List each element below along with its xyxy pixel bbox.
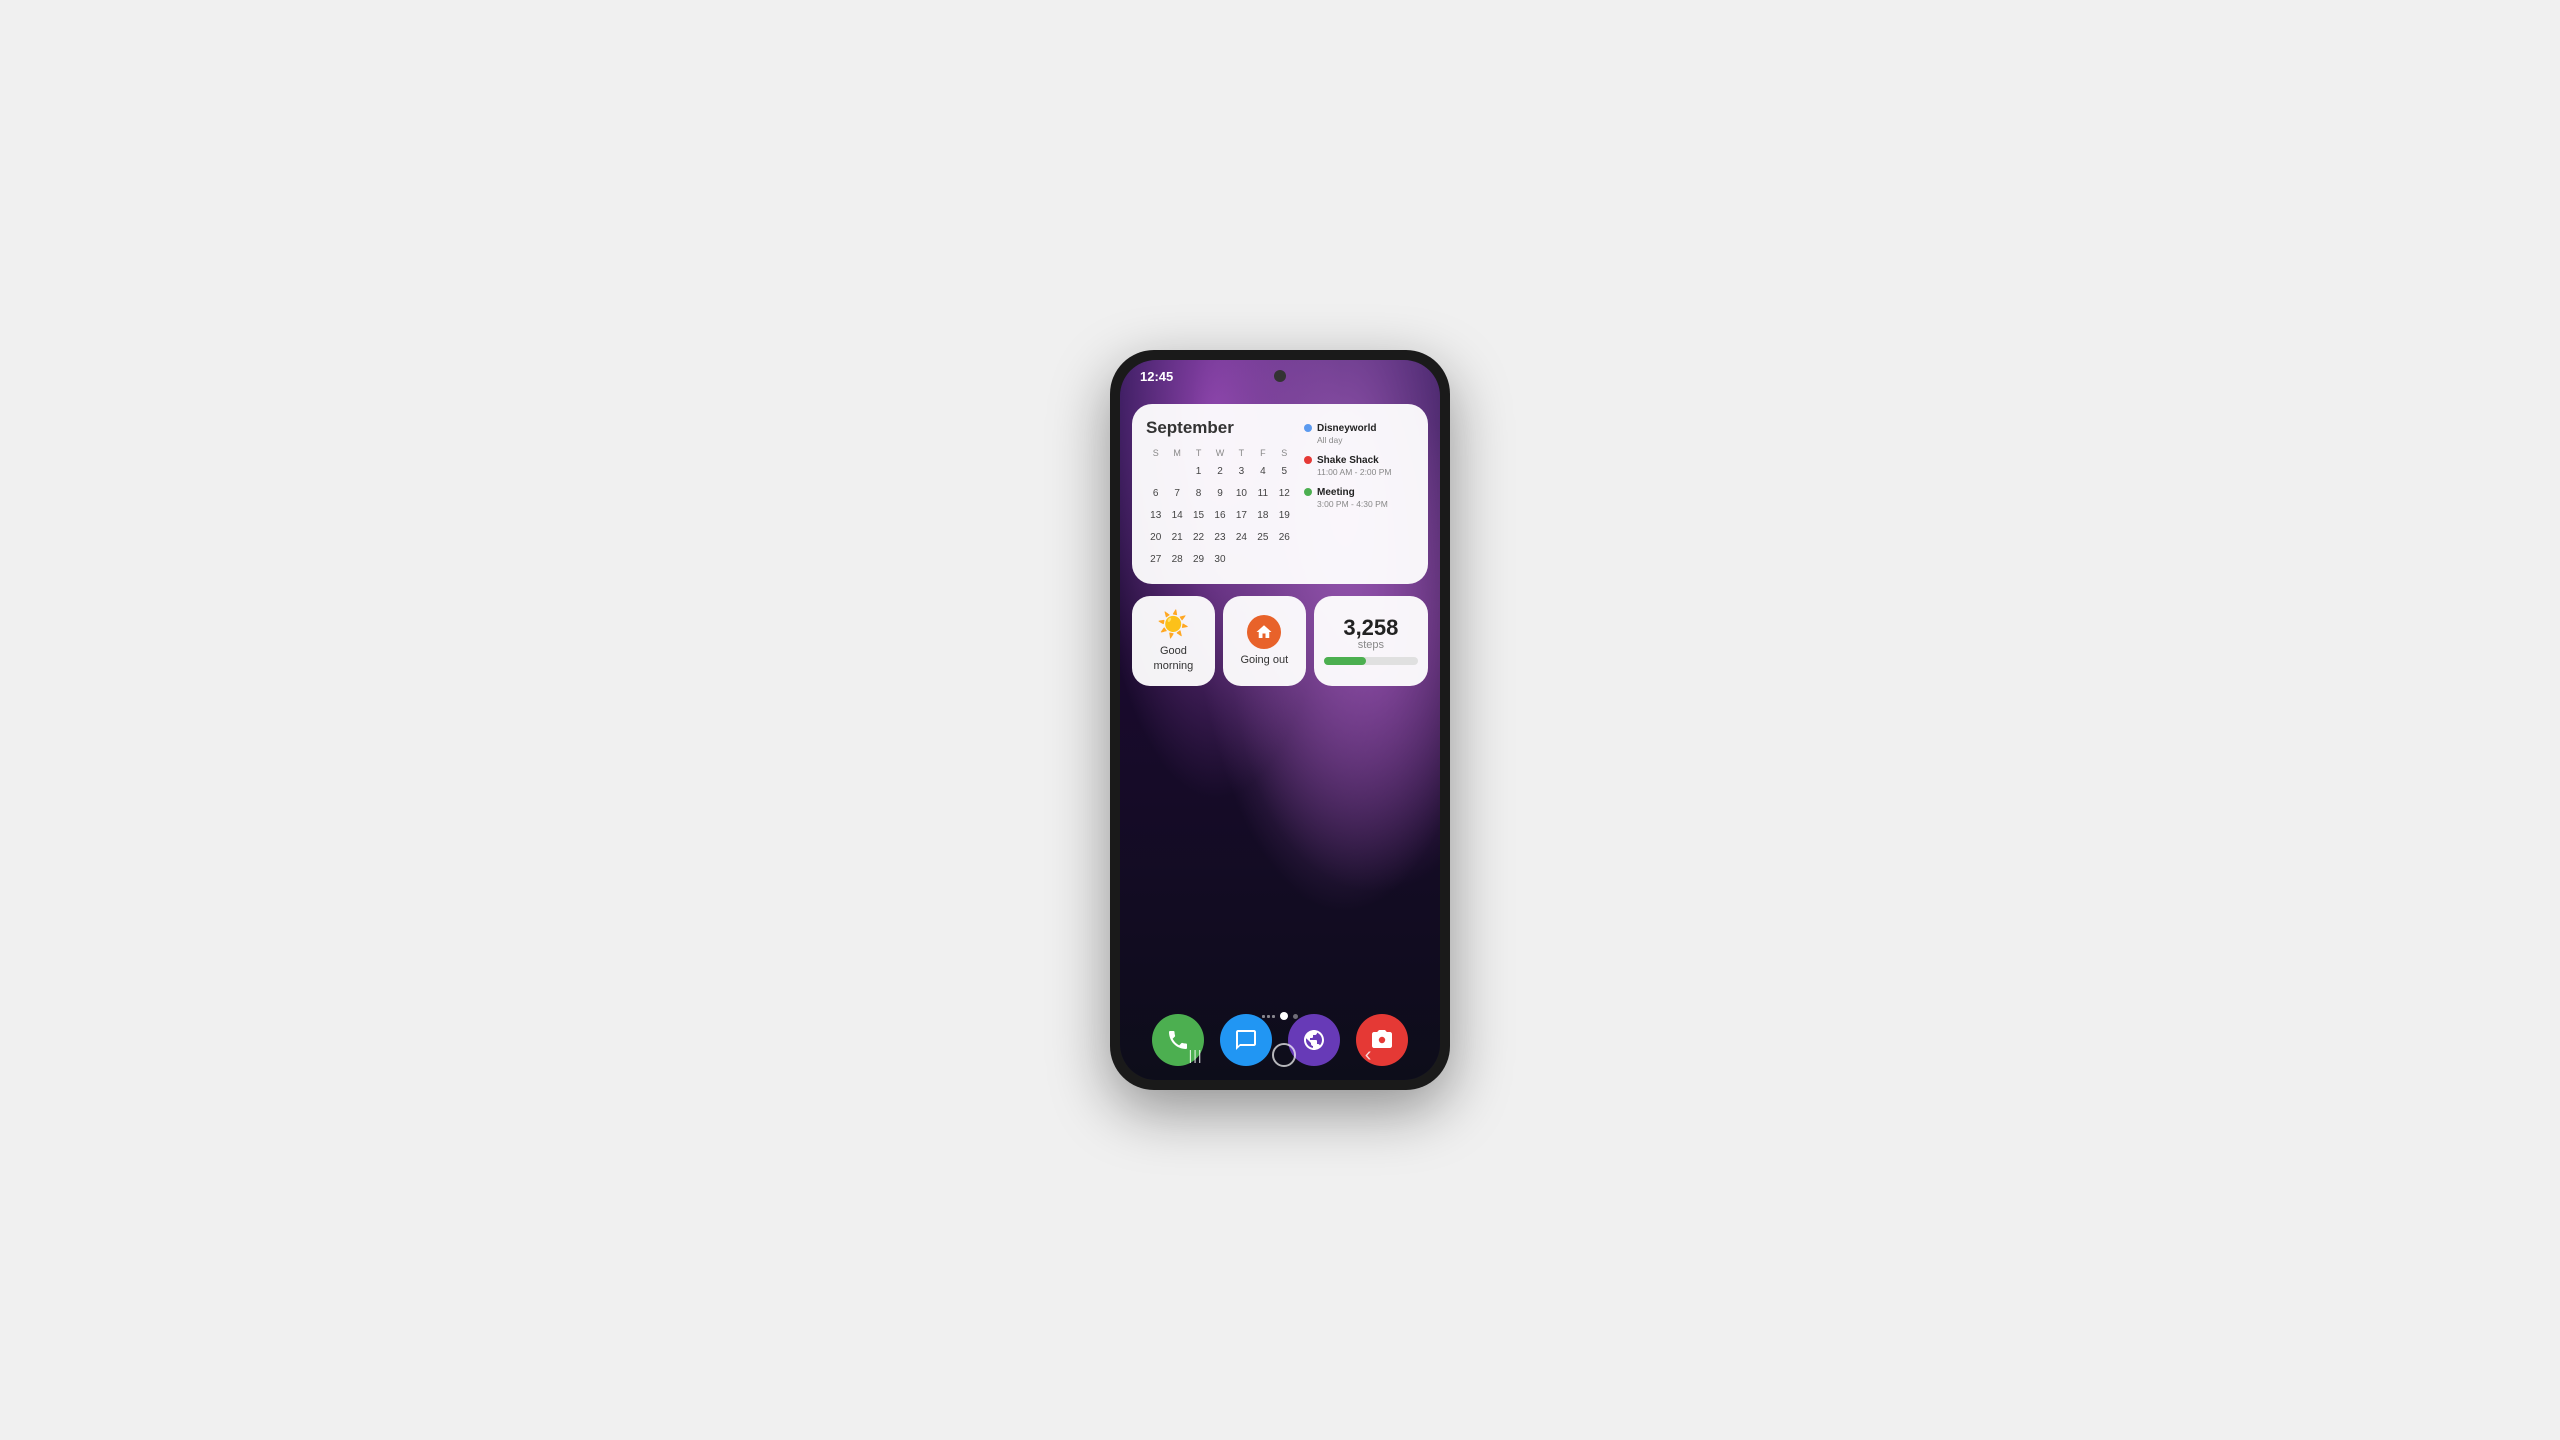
- calendar-grid: S M T W T F S 1 2 3 4 5: [1146, 446, 1294, 570]
- cal-header-t1: T: [1189, 446, 1208, 460]
- cal-header-t2: T: [1232, 446, 1251, 460]
- cal-day-28: 28: [1167, 550, 1186, 570]
- event-time-disneyworld: All day: [1317, 435, 1414, 446]
- event-meeting: Meeting 3:00 PM - 4:30 PM: [1304, 486, 1414, 510]
- home-label: Going out: [1240, 653, 1288, 667]
- cal-day-4: 4: [1253, 462, 1272, 482]
- home-button[interactable]: [1272, 1043, 1296, 1067]
- cal-day-12: 12: [1275, 484, 1294, 504]
- cal-day-empty5: [1275, 550, 1294, 570]
- cal-day-29: 29: [1189, 550, 1208, 570]
- cal-day-22: 22: [1189, 528, 1208, 548]
- cal-header-m: M: [1167, 446, 1186, 460]
- cal-day-13: 13: [1146, 506, 1165, 526]
- cal-day-11: 11: [1253, 484, 1272, 504]
- event-shake-shack: Shake Shack 11:00 AM - 2:00 PM: [1304, 454, 1414, 478]
- status-time: 12:45: [1140, 369, 1173, 384]
- cal-day-19: 19: [1275, 506, 1294, 526]
- event-time-meeting: 3:00 PM - 4:30 PM: [1317, 499, 1414, 510]
- sun-icon: ☀️: [1157, 609, 1189, 640]
- phone-screen: 12:45 September S M T W T F S: [1120, 360, 1440, 1080]
- phone-device: 12:45 September S M T W T F S: [1110, 350, 1450, 1090]
- cal-header-s1: S: [1146, 446, 1165, 460]
- event-title-meeting: Meeting: [1317, 486, 1414, 499]
- cal-day-16: 16: [1210, 506, 1229, 526]
- steps-count: 3,258: [1343, 617, 1398, 639]
- cal-day-14: 14: [1167, 506, 1186, 526]
- cal-day-30: 30: [1210, 550, 1229, 570]
- cal-day-10: 10: [1232, 484, 1251, 504]
- event-title-disneyworld: Disneyworld: [1317, 422, 1414, 435]
- cal-day-21: 21: [1167, 528, 1186, 548]
- steps-widget[interactable]: 3,258 steps: [1314, 596, 1428, 686]
- event-dot-meeting: [1304, 488, 1312, 496]
- cal-day-2: 2: [1210, 462, 1229, 482]
- cal-day-6: 6: [1146, 484, 1165, 504]
- recent-apps-button[interactable]: |||: [1181, 1039, 1211, 1071]
- cal-day-8: 8: [1189, 484, 1208, 504]
- calendar-left: September S M T W T F S 1 2: [1146, 418, 1294, 570]
- steps-label: steps: [1358, 639, 1384, 651]
- steps-bar: [1324, 657, 1418, 665]
- calendar-widget[interactable]: September S M T W T F S 1 2: [1132, 404, 1428, 584]
- calendar-month: September: [1146, 418, 1294, 438]
- steps-bar-fill: [1324, 657, 1366, 665]
- cal-day-1: 1: [1189, 462, 1208, 482]
- cal-day-7: 7: [1167, 484, 1186, 504]
- navigation-bar: ||| ‹: [1120, 1030, 1440, 1080]
- event-disneyworld: Disneyworld All day: [1304, 422, 1414, 446]
- cal-day-3: 3: [1232, 462, 1251, 482]
- cal-day-empty4: [1253, 550, 1272, 570]
- cal-day-20: 20: [1146, 528, 1165, 548]
- cal-header-f: F: [1253, 446, 1272, 460]
- cal-day-5: 5: [1275, 462, 1294, 482]
- cal-day-24: 24: [1232, 528, 1251, 548]
- cal-day-27: 27: [1146, 550, 1165, 570]
- widgets-row: ☀️ Good morning Going out 3,258: [1132, 596, 1428, 686]
- cal-day-23: 23: [1210, 528, 1229, 548]
- cal-header-s2: S: [1275, 446, 1294, 460]
- home-widget[interactable]: Going out: [1223, 596, 1306, 686]
- weather-label: Good morning: [1142, 644, 1205, 673]
- event-time-shake-shack: 11:00 AM - 2:00 PM: [1317, 467, 1414, 478]
- cal-day-15: 15: [1189, 506, 1208, 526]
- cal-day-empty1: [1146, 462, 1165, 482]
- back-button[interactable]: ‹: [1357, 1036, 1380, 1075]
- cal-day-empty3: [1232, 550, 1251, 570]
- event-dot-disneyworld: [1304, 424, 1312, 432]
- status-bar: 12:45: [1120, 360, 1440, 392]
- event-title-shake-shack: Shake Shack: [1317, 454, 1414, 467]
- home-screen-content: September S M T W T F S 1 2: [1120, 392, 1440, 1000]
- cal-day-25: 25: [1253, 528, 1272, 548]
- cal-day-empty2: [1167, 462, 1186, 482]
- cal-day-18: 18: [1253, 506, 1272, 526]
- cal-header-w: W: [1210, 446, 1229, 460]
- home-icon: [1247, 615, 1281, 649]
- cal-day-17: 17: [1232, 506, 1251, 526]
- calendar-events: Disneyworld All day Shake Shack 11:00 AM…: [1304, 418, 1414, 570]
- event-dot-shake-shack: [1304, 456, 1312, 464]
- cal-day-26: 26: [1275, 528, 1294, 548]
- cal-day-9: 9: [1210, 484, 1229, 504]
- weather-widget[interactable]: ☀️ Good morning: [1132, 596, 1215, 686]
